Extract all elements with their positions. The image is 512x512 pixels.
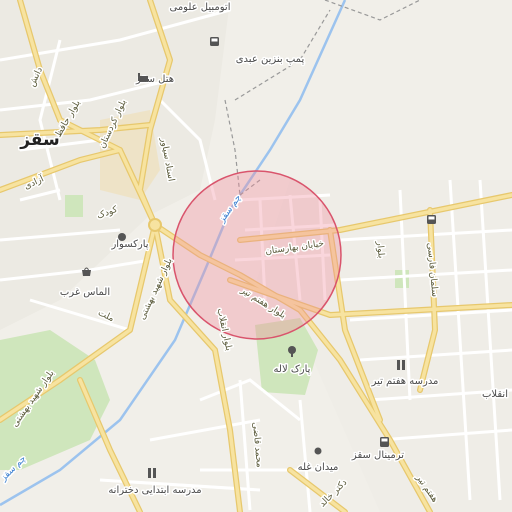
bus-icon[interactable] <box>210 37 219 46</box>
label-boulevard-small: بلوار <box>374 240 386 259</box>
bus-icon[interactable] <box>427 215 436 224</box>
label-meydan-ghaleh[interactable]: میدان غله <box>296 461 340 475</box>
label-almas-gharb[interactable]: الماس غرب <box>58 286 111 300</box>
map-view[interactable]: اتومبیل علومی پمپ بنزین عبدی هتل سقز سقز… <box>0 0 512 512</box>
label-enghelab[interactable]: انقلاب <box>480 388 509 402</box>
label-automobile[interactable]: اتومبیل علومی <box>168 1 232 15</box>
label-madreseh-haftom-tir[interactable]: مدرسه هفتم تیر <box>369 375 440 389</box>
green-patch <box>65 195 83 217</box>
bus-icon[interactable] <box>380 437 389 447</box>
label-gas-station[interactable]: پمپ بنزین عبدی <box>234 53 306 67</box>
label-parksvar[interactable]: پارکسوار <box>109 238 150 252</box>
green-patch-2 <box>395 270 409 288</box>
label-park-laleh[interactable]: پارک لاله <box>272 363 312 377</box>
roundabout <box>148 218 162 232</box>
parking-icon[interactable] <box>118 233 126 241</box>
label-terminal[interactable]: ترمینال سقز <box>349 449 405 463</box>
map-canvas[interactable]: اتومبیل علومی پمپ بنزین عبدی هتل سقز سقز… <box>0 0 512 512</box>
search-radius-circle[interactable] <box>172 170 342 340</box>
label-madreseh-ebtedaei[interactable]: مدرسه ابتدایی دخترانه <box>107 484 203 498</box>
landmark-icon[interactable] <box>314 447 322 455</box>
